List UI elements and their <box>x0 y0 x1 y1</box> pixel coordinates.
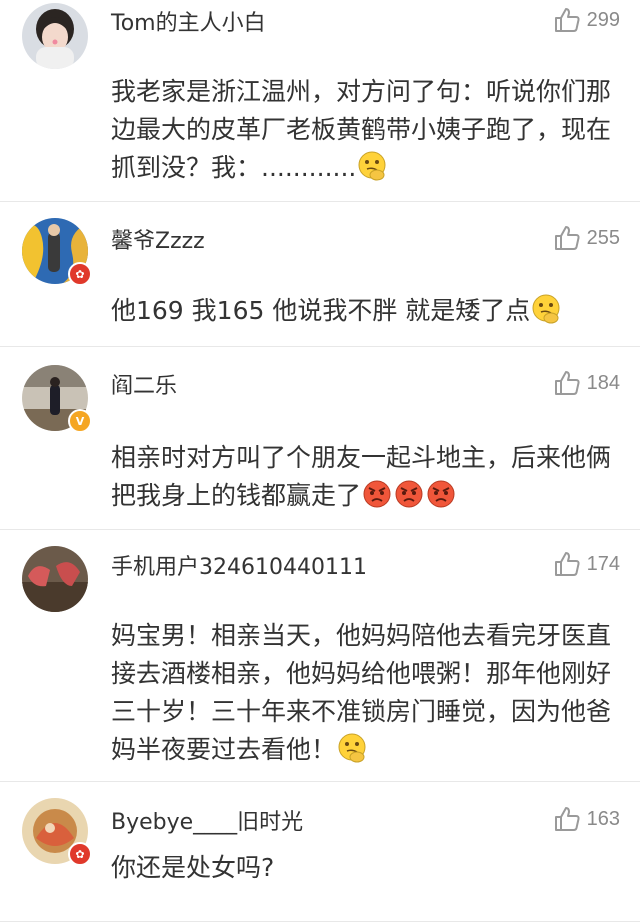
like-count: 163 <box>586 807 620 830</box>
avatar-image <box>22 546 88 612</box>
thinking-emoji <box>336 732 368 764</box>
like-button[interactable]: 299 <box>553 6 620 34</box>
comment-text: 他169 我165 他说我不胖 就是矮了点 <box>111 292 621 330</box>
username[interactable]: 手机用户324610440111 <box>111 549 367 581</box>
thumbs-up-icon <box>554 807 580 831</box>
comment-body: 他169 我165 他说我不胖 就是矮了点 <box>111 296 531 325</box>
comment-item: Tom的主人小白 299 我老家是浙江温州，对方问了句：听说你们那边最大的皮革厂… <box>0 0 640 202</box>
comment-text: 你还是处女吗? <box>111 849 621 887</box>
weibo-badge-icon: ✿ <box>68 262 92 286</box>
username[interactable]: Byebye____旧时光 <box>111 804 303 836</box>
username[interactable]: 阎二乐 <box>111 368 177 400</box>
thinking-emoji <box>530 293 562 325</box>
avatar[interactable] <box>22 3 88 69</box>
thumbs-up-icon <box>554 8 580 32</box>
avatar[interactable]: V <box>22 365 92 433</box>
thumbs-up-icon <box>554 371 580 395</box>
comment-item: ✿ Byebye____旧时光 163 你还是处女吗? <box>0 782 640 922</box>
username[interactable]: Tom的主人小白 <box>111 5 266 37</box>
angry-emoji <box>393 478 425 510</box>
comment-text: 相亲时对方叫了个朋友一起斗地主，后来他俩把我身上的钱都赢走了 <box>111 439 621 515</box>
comment-text: 妈宝男！相亲当天，他妈妈陪他去看完牙医直接去酒楼相亲，他妈妈给他喂粥！那年他刚好… <box>111 617 621 769</box>
like-button[interactable]: 163 <box>553 805 620 833</box>
like-count: 255 <box>586 226 620 249</box>
thumbs-up-icon <box>554 552 580 576</box>
username[interactable]: 馨爷Zzzz <box>111 223 205 255</box>
comment-body: 你还是处女吗? <box>111 853 275 882</box>
like-count: 174 <box>586 552 620 575</box>
angry-emoji <box>361 478 393 510</box>
comment-item: 手机用户324610440111 174 妈宝男！相亲当天，他妈妈陪他去看完牙医… <box>0 530 640 782</box>
thinking-emoji <box>356 150 388 182</box>
avatar[interactable] <box>22 546 88 612</box>
like-button[interactable]: 255 <box>553 224 620 252</box>
comment-item: ✿ 馨爷Zzzz 255 他169 我165 他说我不胖 就是矮了点 <box>0 202 640 347</box>
avatar-image <box>22 3 88 69</box>
like-button[interactable]: 184 <box>553 369 620 397</box>
comment-text: 我老家是浙江温州，对方问了句：听说你们那边最大的皮革厂老板黄鹤带小姨子跑了，现在… <box>111 73 621 187</box>
like-count: 184 <box>586 371 620 394</box>
verified-v-icon: V <box>68 409 92 433</box>
like-button[interactable]: 174 <box>553 550 620 578</box>
avatar[interactable]: ✿ <box>22 798 92 866</box>
avatar[interactable]: ✿ <box>22 218 92 286</box>
thumbs-up-icon <box>554 226 580 250</box>
like-count: 299 <box>586 8 620 31</box>
weibo-badge-icon: ✿ <box>68 842 92 866</box>
angry-emoji <box>425 478 457 510</box>
comment-item: V 阎二乐 184 相亲时对方叫了个朋友一起斗地主，后来他俩把我身上的钱都赢走了 <box>0 347 640 530</box>
